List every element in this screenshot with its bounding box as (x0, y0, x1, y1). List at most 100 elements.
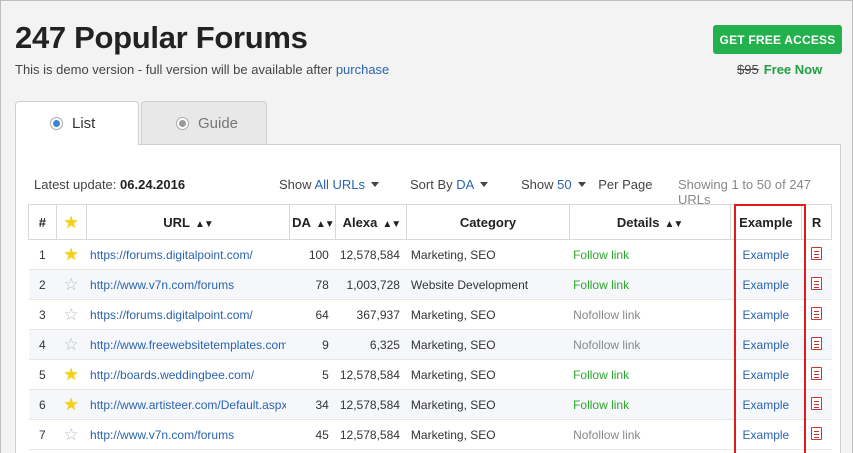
details-value: Nofollow link (569, 299, 731, 330)
subtitle: This is demo version - full version will… (15, 62, 389, 77)
page-size-dropdown[interactable]: 50 (557, 177, 571, 192)
url-cell: http://www.v7n.com/forums (86, 419, 290, 450)
filter-value: All URLs (314, 177, 366, 192)
column-alexa[interactable]: Alexa ▲▼ (335, 204, 408, 240)
star-icon: ★ (63, 245, 79, 264)
favorite-toggle[interactable]: ☆ (56, 419, 87, 450)
sort-icon: ▲▼ (664, 218, 684, 230)
favorite-toggle[interactable]: ☆ (56, 269, 87, 300)
forum-url-link[interactable]: http://www.v7n.com/forums (90, 278, 286, 292)
star-icon: ★ (63, 212, 79, 232)
column-details[interactable]: Details ▲▼ (568, 204, 731, 240)
purchase-link[interactable]: purchase (336, 62, 389, 77)
radio-icon (176, 116, 189, 130)
favorite-toggle[interactable]: ★ (56, 239, 87, 270)
free-now-label: Free Now (763, 62, 823, 77)
report-icon (811, 246, 823, 260)
report-button[interactable] (801, 329, 832, 360)
radio-selected-icon (50, 117, 63, 130)
category-value: Marketing, SEO (406, 329, 570, 360)
report-button[interactable] (801, 299, 832, 330)
favorite-toggle[interactable]: ★ (56, 359, 87, 390)
url-cell: http://www.v7n.com/forums (86, 269, 290, 300)
column-url[interactable]: URL ▲▼ (85, 204, 291, 240)
example-link[interactable]: Example (730, 299, 802, 330)
forum-url-link[interactable]: http://www.v7n.com/forums (90, 428, 286, 442)
report-icon (811, 366, 823, 380)
report-button[interactable] (801, 359, 832, 390)
column-category: Category (406, 204, 570, 240)
table-row: 4 ☆ http://www.freewebsitetemplates.com/9 6… (28, 329, 832, 360)
column-da[interactable]: DA ▲▼ (289, 204, 337, 240)
list-panel: Latest update: 06.24.2016 Show All URLs … (15, 144, 841, 453)
category-value: Marketing, SEO (406, 359, 570, 390)
get-free-access-button[interactable]: GET FREE ACCESS (713, 25, 842, 54)
alexa-value: 12,578,584 (335, 389, 407, 420)
favorite-toggle[interactable]: ★ (56, 389, 87, 420)
chevron-down-icon (371, 182, 380, 187)
example-link[interactable]: Example (730, 269, 802, 300)
forum-url-link[interactable]: https://forums.digitalpoint.com/ (90, 308, 286, 322)
favorite-toggle[interactable]: ☆ (56, 299, 87, 330)
url-cell: http://www.artisteer.com/Default.aspx? (86, 389, 290, 420)
forum-url-link[interactable]: http://www.freewebsitetemplates.com/ (90, 338, 286, 352)
forum-url-link[interactable]: http://boards.weddingbee.com/ (90, 368, 286, 382)
filter-label: Show (279, 177, 312, 192)
da-value: 5 (289, 359, 336, 390)
row-number: 7 (28, 419, 57, 450)
column-report: R (801, 204, 832, 240)
da-value: 64 (289, 299, 336, 330)
star-icon: ☆ (63, 335, 79, 354)
forum-url-link[interactable]: https://forums.digitalpoint.com/ (90, 248, 286, 262)
sort-icon: ▲▼ (315, 218, 335, 230)
report-button[interactable] (801, 389, 832, 420)
alexa-value: 12,578,584 (335, 239, 407, 270)
table-header-row: # ★ URL ▲▼ DA ▲▼ Alexa ▲▼ Category Details ▲… (28, 204, 832, 240)
latest-update-label: Latest update: (34, 177, 117, 192)
category-value: Website Development (406, 269, 570, 300)
subtitle-text: This is demo version - full version will… (15, 62, 336, 77)
tab-list[interactable]: List (15, 101, 139, 145)
example-link[interactable]: Example (730, 419, 802, 450)
details-value: Nofollow link (569, 419, 731, 450)
column-url-label: URL (163, 214, 190, 230)
report-icon (811, 336, 823, 350)
forum-url-link[interactable]: http://www.artisteer.com/Default.aspx? (90, 398, 286, 412)
report-button[interactable] (801, 239, 832, 270)
column-details-label: Details (616, 214, 660, 230)
per-page-label: Per Page (598, 177, 653, 192)
details-value: Follow link (569, 359, 731, 390)
url-cell: https://forums.digitalpoint.com/ (86, 299, 290, 330)
tab-list-label: List (72, 115, 96, 132)
report-button[interactable] (801, 269, 832, 300)
table-row: 1 ★ https://forums.digitalpoint.com/100 12,… (28, 239, 832, 270)
details-value: Follow link (569, 239, 731, 270)
row-number: 4 (28, 329, 57, 360)
url-cell: http://boards.weddingbee.com/ (86, 359, 290, 390)
report-button[interactable] (801, 419, 832, 450)
report-icon (811, 426, 823, 440)
example-link[interactable]: Example (730, 359, 802, 390)
chevron-down-icon (577, 182, 586, 187)
column-star[interactable]: ★ (55, 204, 87, 240)
da-value: 34 (289, 389, 336, 420)
sort-dropdown[interactable]: Sort By DA (410, 177, 489, 192)
example-link[interactable]: Example (730, 239, 802, 270)
table-row: 6 ★ http://www.artisteer.com/Default.aspx?… (28, 389, 832, 420)
category-value: Marketing, SEO (406, 239, 570, 270)
report-icon (811, 396, 823, 410)
favorite-toggle[interactable]: ☆ (56, 329, 87, 360)
filter-dropdown[interactable]: Show All URLs (279, 177, 380, 192)
da-value: 78 (289, 269, 336, 300)
example-link[interactable]: Example (730, 389, 802, 420)
category-value: Marketing, SEO (406, 419, 570, 450)
tab-guide[interactable]: Guide (141, 101, 267, 144)
row-number: 1 (28, 239, 57, 270)
column-da-label: DA (292, 214, 311, 230)
example-link[interactable]: Example (730, 329, 802, 360)
star-icon: ☆ (63, 425, 79, 444)
table-row: 5 ★ http://boards.weddingbee.com/5 12,578,5… (28, 359, 832, 390)
table-row: 2 ☆ http://www.v7n.com/forums 78 1,003,728 We… (28, 269, 832, 300)
old-price: $95 (737, 62, 759, 77)
column-example: Example (729, 204, 803, 240)
